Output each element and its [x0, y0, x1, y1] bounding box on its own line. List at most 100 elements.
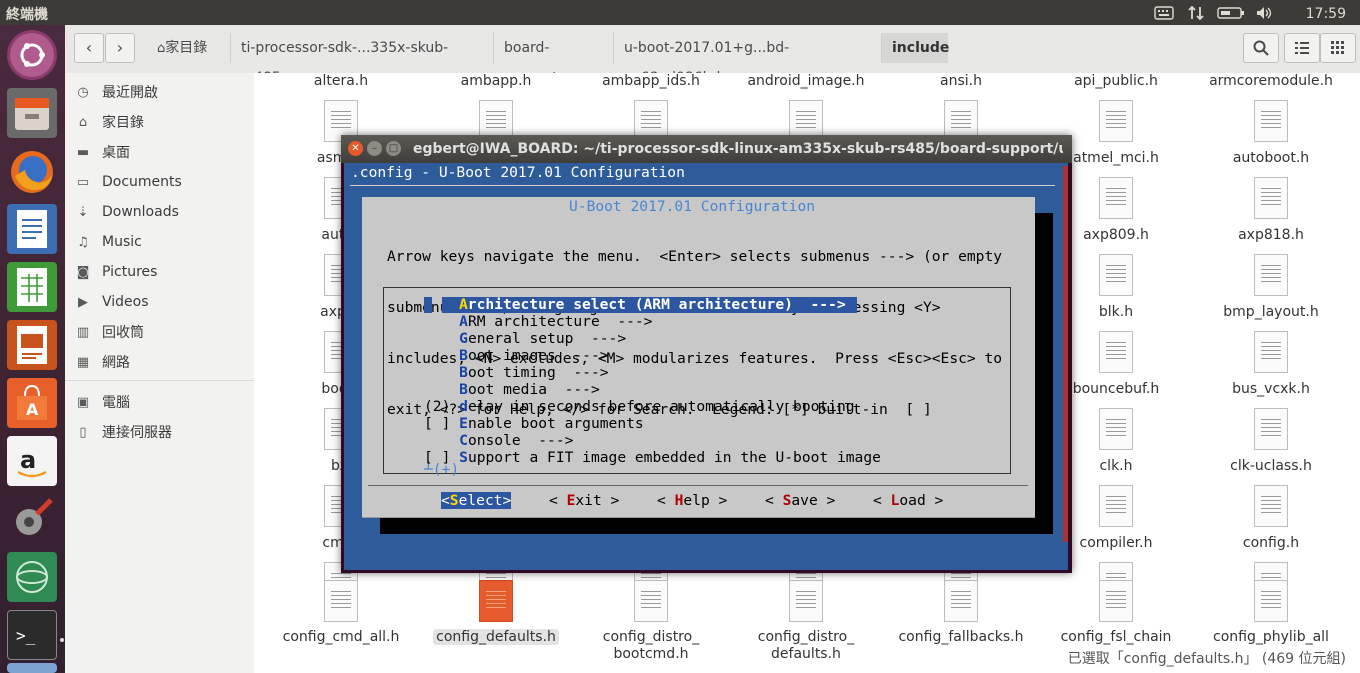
exit-button[interactable]: < Exit >	[549, 492, 619, 509]
file-label: altera.h	[313, 73, 369, 89]
sidebar-item-home[interactable]: ⌂ 家目錄	[65, 108, 254, 136]
sidebar-item-downloads[interactable]: ⇣ Downloads	[65, 198, 254, 226]
software-center-icon[interactable]: A	[7, 378, 57, 428]
file-icon[interactable]	[324, 580, 358, 622]
back-button[interactable]: ‹	[74, 33, 104, 63]
camera-icon: ◙	[76, 264, 90, 280]
forward-button[interactable]: ›	[105, 33, 135, 63]
breadcrumb-board-support[interactable]: board-support	[493, 33, 611, 86]
clock[interactable]: 17:59	[1306, 4, 1346, 23]
terminal-icon[interactable]: >_	[7, 610, 57, 660]
writer-icon[interactable]	[7, 204, 57, 254]
network-icon[interactable]	[1186, 3, 1206, 22]
sidebar-item-pictures[interactable]: ◙ Pictures	[65, 258, 254, 286]
menu-item[interactable]: [ ] Enable boot arguments	[424, 415, 644, 432]
file-icon[interactable]	[1254, 100, 1288, 142]
sidebar-item-network[interactable]: ▦ 網路	[65, 348, 254, 376]
file-icon[interactable]	[1254, 408, 1288, 450]
file-icon[interactable]	[1099, 331, 1133, 373]
breadcrumb-u-boot[interactable]: u-boot-2017.01+g...bd-gc68ed086bd	[613, 33, 880, 86]
file-label: axp818.h	[1238, 227, 1304, 243]
select-button[interactable]: <Select>	[441, 492, 512, 509]
file-icon[interactable]	[1099, 580, 1133, 622]
file-icon[interactable]	[1099, 254, 1133, 296]
running-indicator-icon	[60, 638, 64, 642]
breadcrumb-include[interactable]: include	[881, 33, 949, 63]
menu-item[interactable]: Boot media --->	[424, 381, 600, 398]
file-label: android_image.h	[747, 73, 865, 89]
file-icon[interactable]	[1099, 485, 1133, 527]
settings-icon[interactable]	[7, 494, 57, 544]
files-icon[interactable]	[7, 88, 57, 138]
file-label: ambapp.h	[460, 73, 532, 89]
calc-icon[interactable]	[7, 262, 57, 312]
button-divider	[368, 485, 1028, 486]
load-button[interactable]: < Load >	[873, 492, 943, 509]
sidebar-item-computer[interactable]: ▣ 電腦	[65, 388, 254, 416]
menu-item[interactable]: Boot timing --->	[424, 364, 608, 381]
menu-item[interactable]: (2) delay in seconds before automaticall…	[424, 398, 855, 415]
breadcrumb-home[interactable]: ⌂家目錄	[147, 33, 225, 63]
impress-icon[interactable]	[7, 320, 57, 370]
menu-item[interactable]: General setup --->	[424, 330, 626, 347]
sidebar-item-documents[interactable]: ▭ Documents	[65, 168, 254, 196]
volume-icon[interactable]	[1254, 3, 1274, 22]
menu-item[interactable]: ARM architecture --->	[424, 313, 652, 330]
file-icon[interactable]	[1254, 580, 1288, 622]
sidebar-item-videos[interactable]: ▶ Videos	[65, 288, 254, 316]
file-icon[interactable]	[1254, 177, 1288, 219]
battery-icon[interactable]	[1216, 3, 1246, 22]
file-label: config_distro_ defaults.h	[757, 629, 855, 662]
file-icon[interactable]	[789, 580, 823, 622]
menu-item[interactable]: Boot images --->	[424, 347, 608, 364]
file-icon[interactable]	[1099, 100, 1133, 142]
sidebar-item-trash[interactable]: ▥ 回收筒	[65, 318, 254, 346]
network-app-icon[interactable]	[7, 552, 57, 602]
terminal-title: egbert@IWA_BOARD: ~/ti-processor-sdk-lin…	[413, 141, 1063, 157]
sidebar-divider	[65, 380, 254, 381]
terminal-titlebar[interactable]: ✕ – □ egbert@IWA_BOARD: ~/ti-processor-s…	[341, 135, 1072, 163]
breadcrumb-sdk[interactable]: ti-processor-sdk-...335x-skub-rs485	[230, 33, 483, 86]
file-icon[interactable]	[1254, 331, 1288, 373]
file-icon[interactable]	[1099, 177, 1133, 219]
search-button[interactable]	[1243, 33, 1279, 63]
close-button[interactable]: ✕	[348, 141, 363, 156]
file-label: ambapp_ids.h	[602, 73, 700, 89]
home-icon: ⌂	[78, 114, 88, 130]
minimize-button[interactable]: –	[367, 141, 382, 156]
server-icon: ▯	[79, 424, 87, 440]
menu-item[interactable]: [ ] Support a FIT image embedded in the …	[424, 449, 881, 466]
sidebar-item-music[interactable]: ♫ Music	[65, 228, 254, 256]
file-label: config_cmd_all.h	[282, 629, 400, 645]
maximize-button[interactable]: □	[386, 141, 401, 156]
grid-view-button[interactable]	[1320, 33, 1356, 63]
file-icon[interactable]	[1254, 485, 1288, 527]
help-button[interactable]: < Help >	[657, 492, 727, 509]
scanner-icon[interactable]	[7, 663, 57, 673]
file-label: clk-uclass.h	[1230, 458, 1312, 474]
menu-item[interactable]: Console --->	[424, 432, 573, 449]
list-view-button[interactable]	[1284, 33, 1320, 63]
svg-text:A: A	[26, 400, 39, 419]
menuconfig-screen[interactable]: .config - U-Boot 2017.01 Configuration U…	[344, 163, 1068, 570]
sidebar-item-desktop[interactable]: ▬ 桌面	[65, 138, 254, 166]
file-label: armcoremodule.h	[1209, 73, 1333, 89]
sidebar-item-recent[interactable]: ◷ 最近開啟	[65, 78, 254, 106]
trash-icon: ▥	[76, 324, 90, 340]
keyboard-icon[interactable]	[1153, 3, 1175, 22]
file-icon[interactable]	[944, 580, 978, 622]
app-title: 終端機	[6, 7, 48, 23]
sidebar-item-connect-server[interactable]: ▯ 連接伺服器	[65, 418, 254, 446]
file-icon[interactable]	[479, 580, 513, 622]
file-label: config_defaults.h	[421, 629, 571, 646]
terminal-window[interactable]: ✕ – □ egbert@IWA_BOARD: ~/ti-processor-s…	[341, 135, 1072, 573]
file-icon[interactable]	[634, 580, 668, 622]
firefox-icon[interactable]	[7, 146, 57, 196]
svg-text:a: a	[20, 446, 36, 474]
file-icon[interactable]	[1099, 408, 1133, 450]
sidebar: ◷ 最近開啟 ⌂ 家目錄 ▬ 桌面 ▭ Documents ⇣ Downloads ♫ Mu…	[65, 73, 255, 673]
ubuntu-dash-icon[interactable]	[7, 30, 57, 80]
amazon-icon[interactable]: a	[7, 436, 57, 486]
save-button[interactable]: < Save >	[765, 492, 835, 509]
file-icon[interactable]	[1254, 254, 1288, 296]
